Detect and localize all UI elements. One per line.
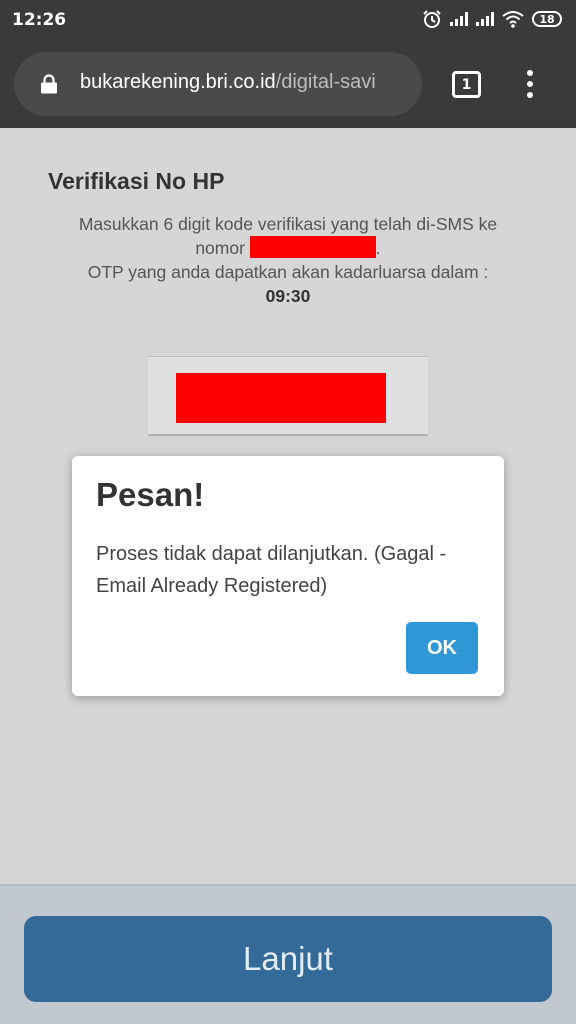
signal-icon xyxy=(450,12,468,26)
redacted-otp-value xyxy=(176,373,386,423)
address-bar[interactable]: bukarekening.bri.co.id/digital-savi xyxy=(14,52,422,116)
instruction-line-2-end: . xyxy=(375,238,381,258)
page-title: Verifikasi No HP xyxy=(48,168,225,194)
signal-icon xyxy=(476,12,494,26)
battery-icon: 18 xyxy=(532,11,562,27)
instruction-prefix: nomor xyxy=(195,238,245,258)
tab-switcher-button[interactable]: 1 xyxy=(452,71,481,98)
url-host: bukarekening.bri.co.id xyxy=(80,71,276,93)
footer-bar: Lanjut xyxy=(0,884,576,1024)
dialog-title: Pesan! xyxy=(96,476,205,513)
otp-instructions: Masukkan 6 digit kode verifikasi yang te… xyxy=(40,212,536,308)
otp-input[interactable] xyxy=(148,356,428,436)
instruction-line-3: OTP yang anda dapatkan akan kadarluarsa … xyxy=(87,262,489,282)
more-menu-icon[interactable] xyxy=(520,68,540,100)
message-dialog: Pesan! Proses tidak dapat dilanjutkan. (… xyxy=(72,456,504,696)
lock-icon xyxy=(41,74,57,94)
status-bar: 12:26 18 xyxy=(0,0,576,40)
dialog-message: Proses tidak dapat dilanjutkan. (Gagal -… xyxy=(96,543,447,597)
instruction-line-1: Masukkan 6 digit kode verifikasi yang te… xyxy=(78,214,498,234)
redacted-phone-number xyxy=(249,236,376,258)
alarm-icon xyxy=(423,10,441,28)
instruction-line-2: nomor . xyxy=(40,236,536,260)
status-icons: 18 xyxy=(422,8,562,30)
url-path: /digital-savi xyxy=(275,71,376,93)
status-time: 12:26 xyxy=(12,10,67,30)
next-button[interactable]: Lanjut xyxy=(24,916,552,1002)
otp-timer: 09:30 xyxy=(265,286,311,306)
ok-button[interactable]: OK xyxy=(406,622,478,674)
url-text: bukarekening.bri.co.id/digital-savi xyxy=(80,71,376,94)
wifi-icon xyxy=(502,11,524,28)
browser-toolbar: bukarekening.bri.co.id/digital-savi 1 xyxy=(0,40,576,128)
